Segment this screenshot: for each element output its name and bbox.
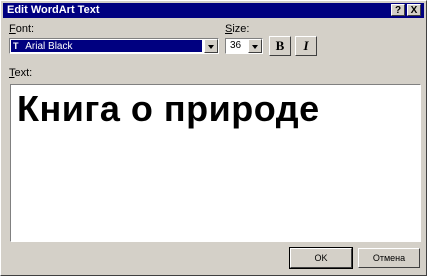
size-value: 36 — [230, 40, 242, 51]
italic-button[interactable]: I — [295, 36, 317, 56]
font-name: Arial Black — [25, 41, 73, 52]
font-label: Font: — [9, 23, 34, 35]
size-dropdown-arrow-icon[interactable] — [248, 39, 262, 53]
wordart-text-value: Книга о природе — [17, 88, 320, 129]
font-label-text: ont: — [15, 23, 35, 35]
text-label-text: ext: — [14, 67, 33, 79]
font-dropdown-arrow-icon[interactable] — [204, 39, 218, 53]
wordart-text-input[interactable]: Книга о природе — [10, 84, 421, 242]
bold-button[interactable]: B — [269, 36, 291, 56]
font-select[interactable]: T Arial Black — [9, 38, 219, 54]
size-label-text: ize: — [232, 23, 250, 35]
cancel-button[interactable]: Отмена — [358, 248, 420, 268]
ok-button[interactable]: OK — [289, 247, 353, 269]
window-title: Edit WordArt Text — [7, 4, 100, 16]
text-label: Text: — [9, 67, 32, 79]
size-select[interactable]: 36 — [225, 38, 263, 54]
edit-wordart-dialog: Edit WordArt Text ? X Font: T Arial Blac… — [0, 0, 427, 276]
size-label: Size: — [225, 23, 249, 35]
help-button[interactable]: ? — [391, 4, 405, 16]
truetype-icon: T — [13, 41, 19, 51]
font-select-value: T Arial Black — [11, 40, 202, 52]
title-bar[interactable]: Edit WordArt Text ? X — [3, 3, 424, 18]
close-button[interactable]: X — [407, 4, 421, 16]
font-label-hotkey: F — [9, 23, 16, 35]
